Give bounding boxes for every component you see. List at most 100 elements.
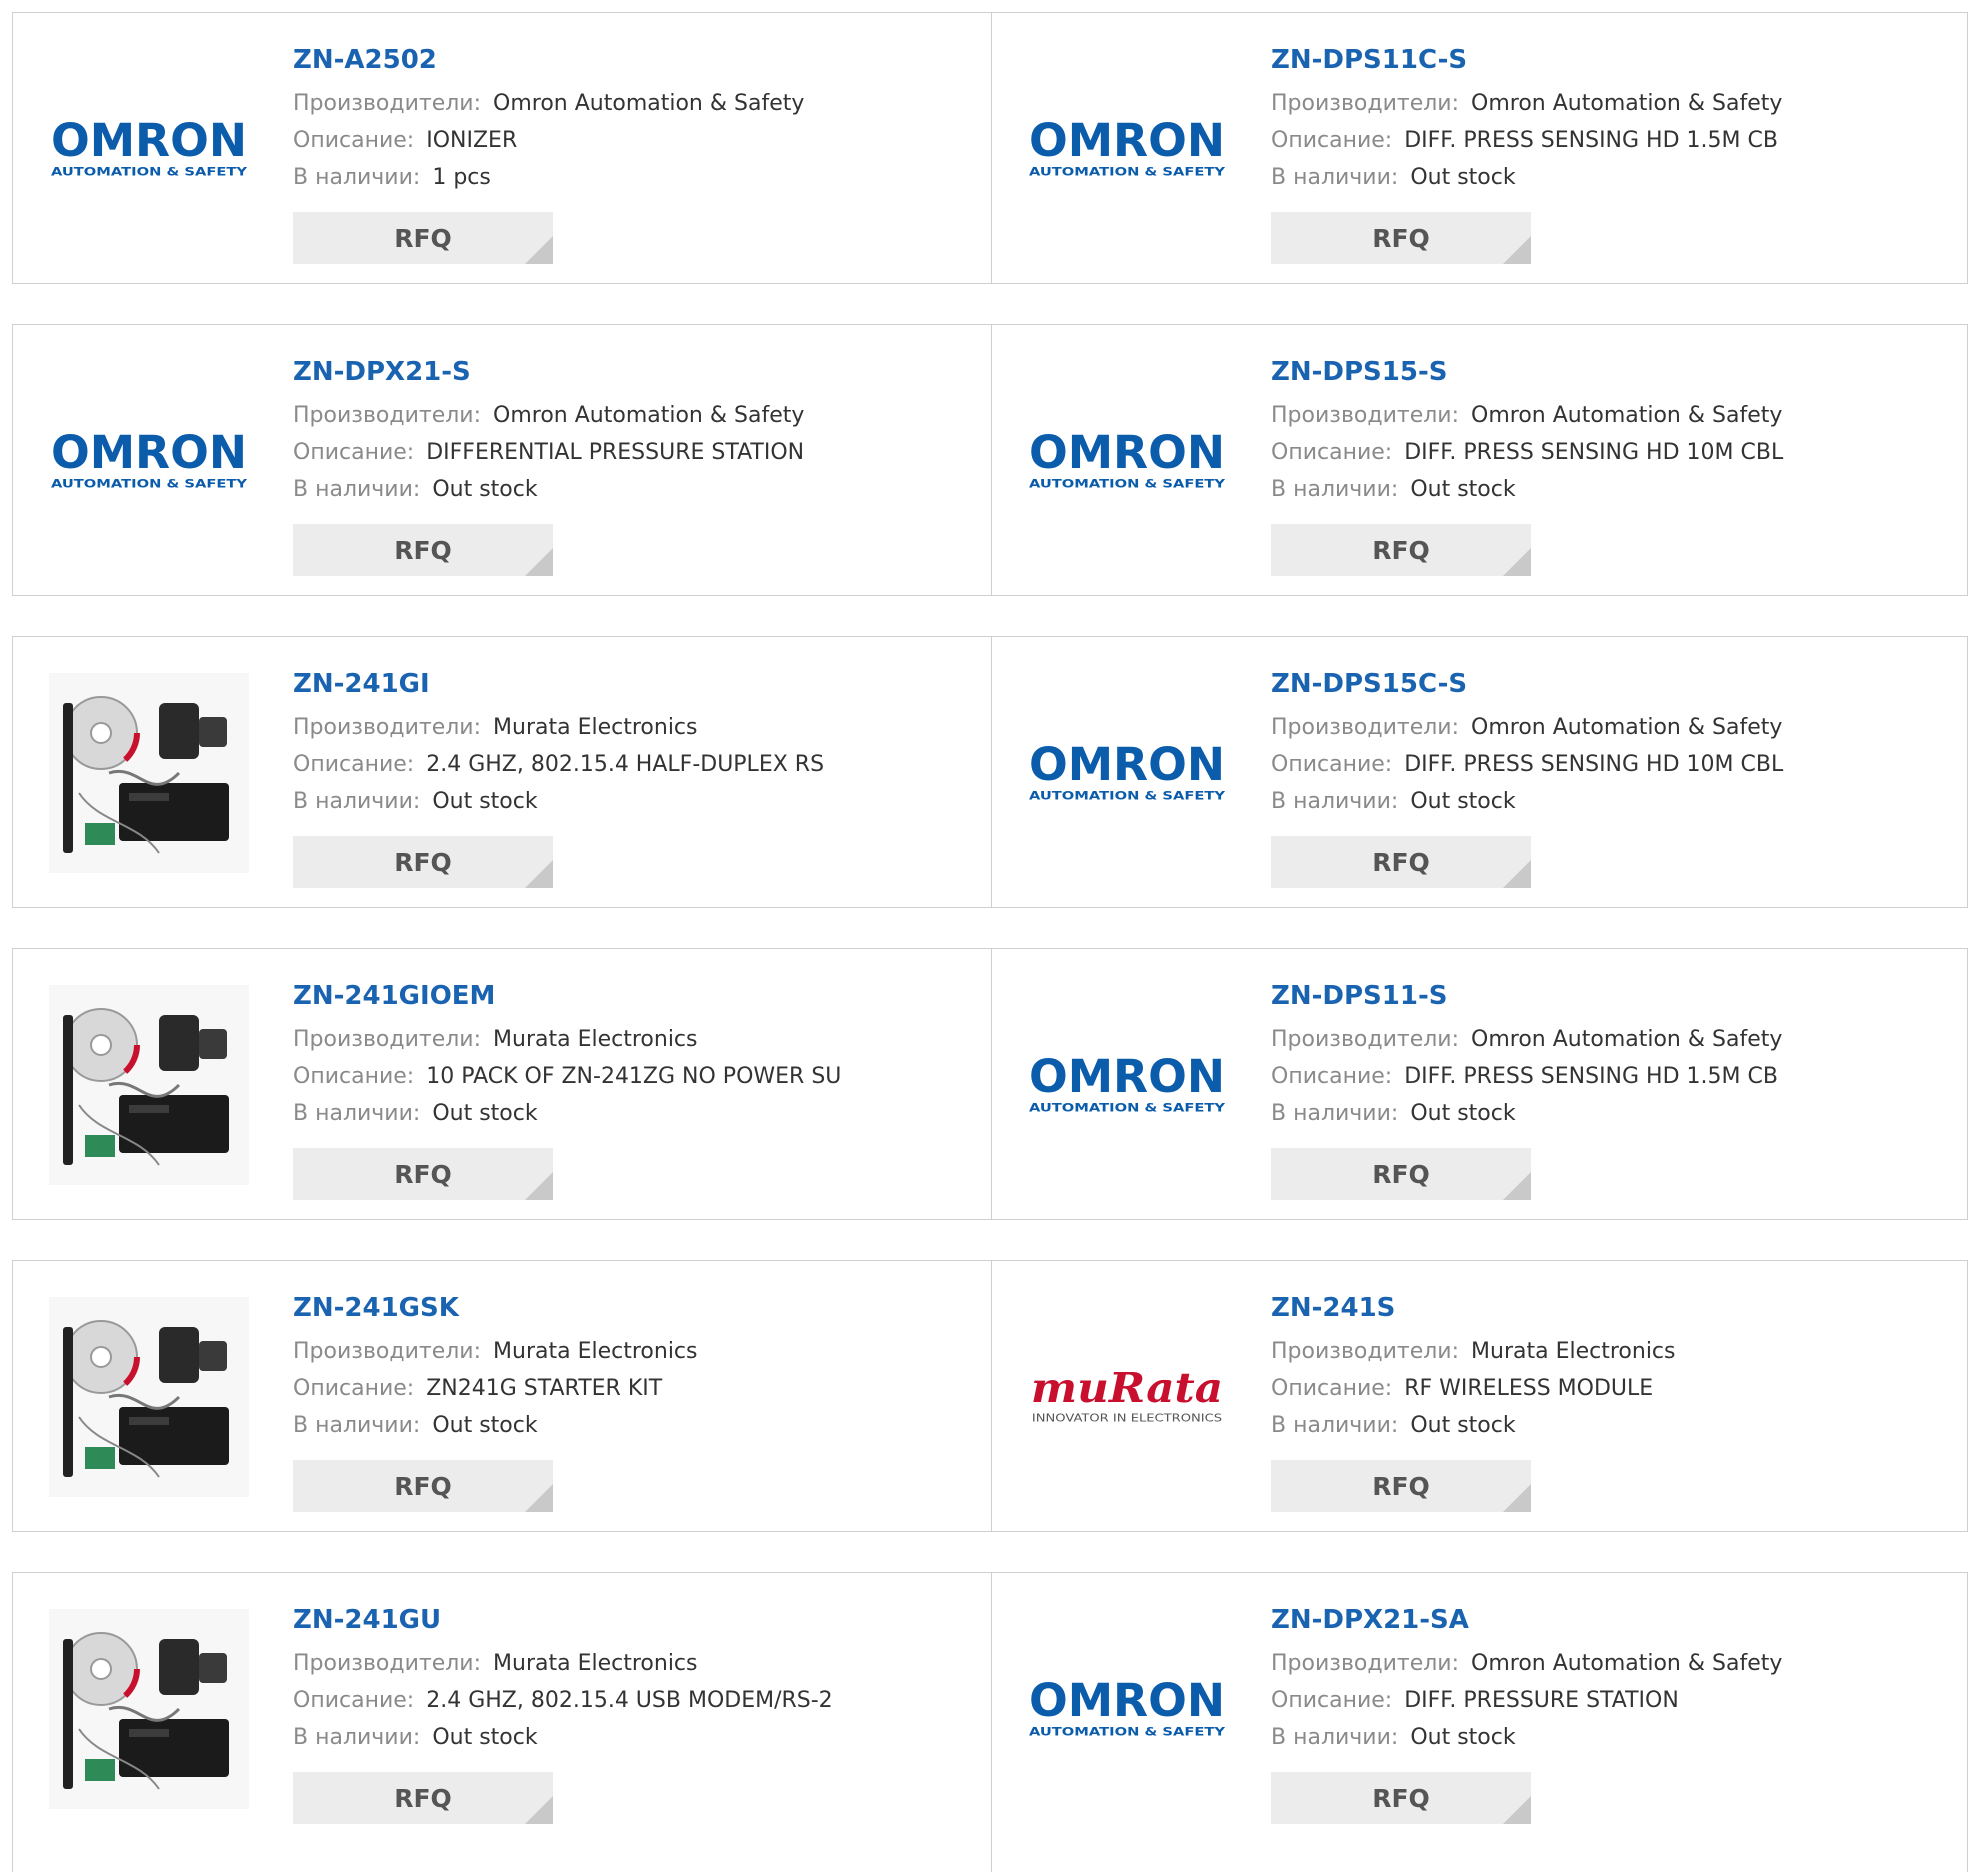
rfq-button[interactable]: RFQ xyxy=(293,1148,553,1200)
part-number-link[interactable]: ZN-DPS11-S xyxy=(1271,979,1782,1013)
product-card: OMRON AUTOMATION & SAFETY ZN-DPS11C-S Про… xyxy=(991,13,1969,283)
product-image[interactable] xyxy=(49,1297,249,1497)
stock-line: В наличии: Out stock xyxy=(1271,1407,1676,1444)
manufacturer-value: Murata Electronics xyxy=(1471,1339,1676,1364)
stock-value: Out stock xyxy=(432,1413,538,1438)
product-image[interactable]: OMRON AUTOMATION & SAFETY xyxy=(1027,1609,1227,1809)
manufacturer-label: Производители: xyxy=(1271,715,1460,740)
rfq-button[interactable]: RFQ xyxy=(1271,1148,1531,1200)
corner-triangle-icon xyxy=(525,1172,553,1200)
stock-value: Out stock xyxy=(1410,1101,1516,1126)
product-info: ZN-241S Производители: Murata Electronics О… xyxy=(1271,1291,1676,1512)
manufacturer-label: Производители: xyxy=(293,715,482,740)
part-number-link[interactable]: ZN-DPS15-S xyxy=(1271,355,1783,389)
product-photo-starter-kit xyxy=(49,1297,249,1497)
omron-logo: OMRON AUTOMATION & SAFETY xyxy=(1029,1674,1226,1738)
stock-label: В наличии: xyxy=(293,1413,421,1438)
stock-line: В наличии: Out stock xyxy=(1271,471,1783,508)
part-number-link[interactable]: ZN-241GIOEM xyxy=(293,979,841,1013)
manufacturer-line: Производители: Omron Automation & Safety xyxy=(293,397,804,434)
rfq-button[interactable]: RFQ xyxy=(293,836,553,888)
logo-tagline: AUTOMATION & SAFETY xyxy=(51,164,248,178)
stock-label: В наличии: xyxy=(293,789,421,814)
product-card: ZN-241GI Производители: Murata Electronics… xyxy=(13,637,991,907)
logo-wordmark: muRata xyxy=(1031,1363,1223,1412)
stock-line: В наличии: Out stock xyxy=(1271,159,1782,196)
product-card: OMRON AUTOMATION & SAFETY ZN-DPX21-SA Про… xyxy=(991,1573,1969,1872)
description-value: DIFF. PRESSURE STATION xyxy=(1404,1688,1679,1713)
rfq-button[interactable]: RFQ xyxy=(1271,524,1531,576)
description-label: Описание: xyxy=(293,440,415,465)
part-number-link[interactable]: ZN-241S xyxy=(1271,1291,1676,1325)
manufacturer-line: Производители: Omron Automation & Safety xyxy=(293,85,804,122)
corner-triangle-icon xyxy=(1503,860,1531,888)
product-image[interactable] xyxy=(49,1609,249,1809)
description-label: Описание: xyxy=(293,1688,415,1713)
description-label: Описание: xyxy=(1271,752,1393,777)
rfq-button[interactable]: RFQ xyxy=(1271,1772,1531,1824)
product-image[interactable]: OMRON AUTOMATION & SAFETY xyxy=(49,49,249,249)
manufacturer-value: Omron Automation & Safety xyxy=(493,91,805,116)
product-image[interactable]: OMRON AUTOMATION & SAFETY xyxy=(1027,361,1227,561)
product-image[interactable] xyxy=(49,985,249,1185)
logo-tagline: AUTOMATION & SAFETY xyxy=(1029,1100,1226,1114)
product-image[interactable] xyxy=(49,673,249,873)
rfq-label: RFQ xyxy=(394,535,452,565)
product-image[interactable]: muRata INNOVATOR IN ELECTRONICS xyxy=(1027,1297,1227,1497)
rfq-button[interactable]: RFQ xyxy=(1271,836,1531,888)
stock-value: Out stock xyxy=(1410,789,1516,814)
description-line: Описание: DIFFERENTIAL PRESSURE STATION xyxy=(293,434,804,471)
description-value: ZN241G STARTER KIT xyxy=(426,1376,663,1401)
product-row: ZN-241GI Производители: Murata Electronics… xyxy=(12,636,1968,908)
description-line: Описание: 10 PACK OF ZN-241ZG NO POWER SU xyxy=(293,1058,841,1095)
stock-value: Out stock xyxy=(432,477,538,502)
part-number-link[interactable]: ZN-DPS15C-S xyxy=(1271,667,1783,701)
manufacturer-value: Omron Automation & Safety xyxy=(1471,715,1783,740)
part-number-link[interactable]: ZN-241GU xyxy=(293,1603,833,1637)
product-card: OMRON AUTOMATION & SAFETY ZN-A2502 Произв… xyxy=(13,13,991,283)
part-number-link[interactable]: ZN-A2502 xyxy=(293,43,804,77)
manufacturer-value: Omron Automation & Safety xyxy=(1471,91,1783,116)
manufacturer-value: Omron Automation & Safety xyxy=(1471,1027,1783,1052)
stock-value: Out stock xyxy=(1410,165,1516,190)
rfq-button[interactable]: RFQ xyxy=(1271,212,1531,264)
rfq-label: RFQ xyxy=(1372,535,1430,565)
manufacturer-line: Производители: Murata Electronics xyxy=(293,1333,698,1370)
product-image[interactable]: OMRON AUTOMATION & SAFETY xyxy=(49,361,249,561)
corner-triangle-icon xyxy=(1503,1484,1531,1512)
rfq-button[interactable]: RFQ xyxy=(293,524,553,576)
corner-triangle-icon xyxy=(1503,236,1531,264)
product-image[interactable]: OMRON AUTOMATION & SAFETY xyxy=(1027,985,1227,1185)
part-number-link[interactable]: ZN-241GI xyxy=(293,667,824,701)
part-number-link[interactable]: ZN-DPX21-S xyxy=(293,355,804,389)
description-label: Описание: xyxy=(293,1376,415,1401)
product-info: ZN-DPX21-SA Производители: Omron Automatio… xyxy=(1271,1603,1782,1824)
product-card: ZN-241GSK Производители: Murata Electronic… xyxy=(13,1261,991,1531)
part-number-link[interactable]: ZN-241GSK xyxy=(293,1291,698,1325)
manufacturer-line: Производители: Murata Electronics xyxy=(1271,1333,1676,1370)
logo-tagline: AUTOMATION & SAFETY xyxy=(1029,788,1226,802)
description-line: Описание: DIFF. PRESS SENSING HD 1.5M CB xyxy=(1271,122,1782,159)
product-photo-box xyxy=(49,985,249,1185)
manufacturer-line: Производители: Omron Automation & Safety xyxy=(1271,1645,1782,1682)
part-number-link[interactable]: ZN-DPX21-SA xyxy=(1271,1603,1782,1637)
stock-label: В наличии: xyxy=(293,477,421,502)
manufacturer-label: Производители: xyxy=(1271,1651,1460,1676)
part-number-link[interactable]: ZN-DPS11C-S xyxy=(1271,43,1782,77)
omron-logo: OMRON AUTOMATION & SAFETY xyxy=(51,426,248,490)
description-line: Описание: DIFF. PRESS SENSING HD 1.5M CB xyxy=(1271,1058,1782,1095)
rfq-button[interactable]: RFQ xyxy=(1271,1460,1531,1512)
description-value: RF WIRELESS MODULE xyxy=(1404,1376,1654,1401)
rfq-button[interactable]: RFQ xyxy=(293,1772,553,1824)
product-image[interactable]: OMRON AUTOMATION & SAFETY xyxy=(1027,49,1227,249)
omron-logo: OMRON AUTOMATION & SAFETY xyxy=(1029,114,1226,178)
corner-triangle-icon xyxy=(525,1484,553,1512)
manufacturer-line: Производители: Omron Automation & Safety xyxy=(1271,397,1783,434)
product-card: muRata INNOVATOR IN ELECTRONICS ZN-241S П… xyxy=(991,1261,1969,1531)
logo-wordmark: OMRON xyxy=(51,426,247,479)
logo-wordmark: OMRON xyxy=(51,114,247,167)
rfq-button[interactable]: RFQ xyxy=(293,212,553,264)
rfq-button[interactable]: RFQ xyxy=(293,1460,553,1512)
product-image[interactable]: OMRON AUTOMATION & SAFETY xyxy=(1027,673,1227,873)
stock-label: В наличии: xyxy=(293,165,421,190)
